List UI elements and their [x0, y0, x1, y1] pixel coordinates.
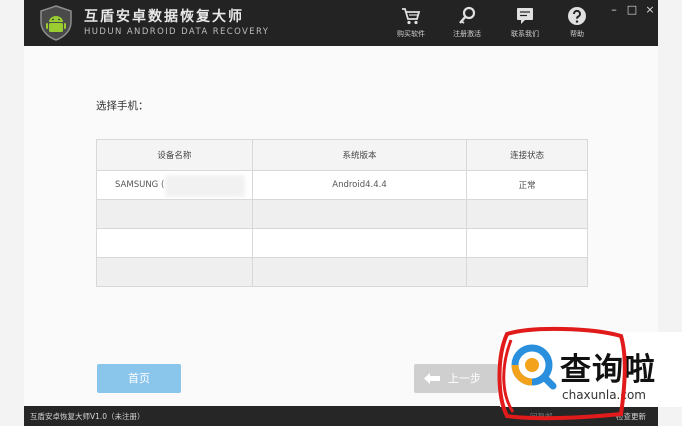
connection-status-cell	[466, 228, 588, 258]
connection-status-cell: 正常	[466, 170, 588, 200]
register-activate-button[interactable]: 注册激活	[444, 6, 490, 42]
system-version-cell	[251, 257, 468, 287]
watermark-logo: 查询啦 chaxunla.com	[500, 332, 682, 407]
status-faded-text: 回复邮	[530, 412, 553, 421]
arrow-left-icon	[424, 373, 440, 384]
buy-software-label: 购买软件	[397, 30, 425, 38]
table-row	[96, 199, 588, 229]
device-table: 设备名称 系统版本 连接状态 SAMSUNG ( Android4.4.4 正常	[96, 139, 588, 287]
watermark-title: 查询啦	[560, 352, 656, 388]
system-version-cell	[251, 199, 468, 229]
cart-icon	[402, 8, 421, 25]
magnifier-logo-icon	[511, 344, 557, 390]
redacted-blur	[165, 175, 245, 197]
minimize-button[interactable]: –	[607, 3, 621, 17]
maximize-button[interactable]: □	[625, 3, 639, 17]
contact-us-label: 联系我们	[511, 30, 539, 38]
system-version-cell	[251, 228, 468, 258]
table-header-row: 设备名称 系统版本 连接状态	[96, 139, 588, 171]
app-title: 互盾安卓数据恢复大师	[84, 9, 244, 25]
connection-status-cell	[466, 257, 588, 287]
device-name-text: SAMSUNG (	[115, 180, 165, 190]
chat-icon	[517, 8, 533, 24]
column-header-connection-status: 连接状态	[466, 139, 588, 171]
help-label: 帮助	[570, 30, 584, 38]
status-bar: 互盾安卓恢复大师V1.0（未注册） 回复邮 检查更新	[24, 406, 658, 426]
help-button[interactable]: 帮助	[554, 6, 600, 42]
column-header-device-name: 设备名称	[96, 139, 253, 171]
help-icon	[568, 7, 586, 25]
watermark-domain: chaxunla.com	[562, 388, 646, 402]
app-subtitle: HUDUN ANDROID DATA RECOVERY	[84, 27, 270, 37]
title-bar: 互盾安卓数据恢复大师 HUDUN ANDROID DATA RECOVERY 购…	[24, 0, 658, 46]
check-update-link[interactable]: 检查更新	[616, 411, 646, 422]
select-phone-label: 选择手机：	[96, 100, 149, 112]
contact-us-button[interactable]: 联系我们	[502, 6, 548, 42]
device-name-cell	[96, 228, 253, 258]
previous-step-button[interactable]: 上一步	[414, 364, 498, 393]
table-row	[96, 228, 588, 258]
close-button[interactable]: ×	[643, 3, 657, 17]
previous-step-label: 上一步	[448, 372, 481, 385]
column-header-system-version: 系统版本	[251, 139, 468, 171]
home-button[interactable]: 首页	[97, 364, 181, 393]
table-row	[96, 257, 588, 287]
device-name-cell	[96, 257, 253, 287]
system-version-cell: Android4.4.4	[251, 170, 468, 200]
device-name-cell: SAMSUNG (	[96, 170, 253, 200]
connection-status-cell	[466, 199, 588, 229]
device-name-cell	[96, 199, 253, 229]
register-activate-label: 注册激活	[453, 30, 481, 38]
key-icon	[459, 6, 476, 24]
version-status-text: 互盾安卓恢复大师V1.0（未注册）	[30, 412, 145, 421]
table-row[interactable]: SAMSUNG ( Android4.4.4 正常	[96, 170, 588, 200]
android-shield-logo-icon	[40, 5, 72, 41]
buy-software-button[interactable]: 购买软件	[388, 6, 434, 42]
